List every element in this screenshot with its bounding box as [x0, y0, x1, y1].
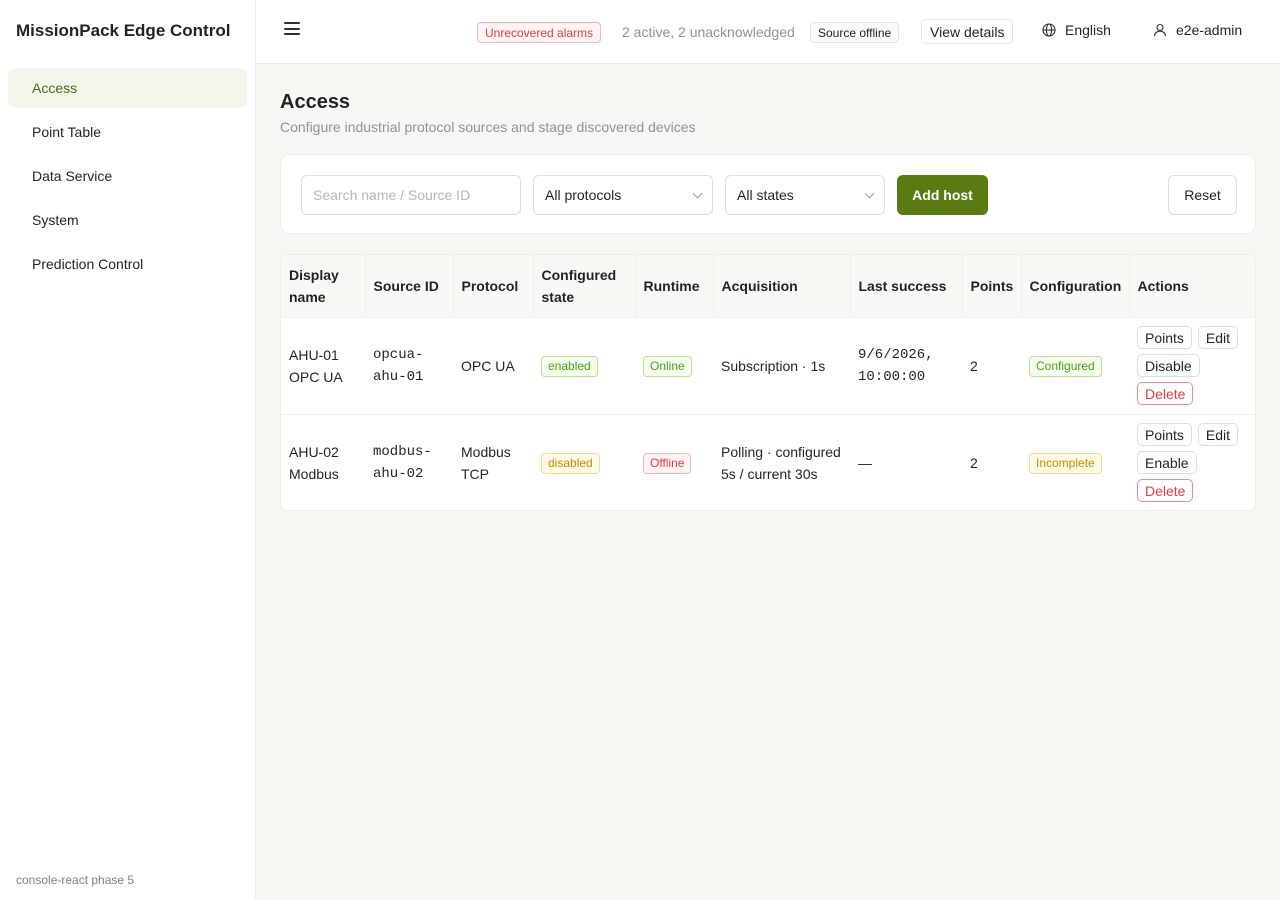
source-id-cell: opcua-ahu-01 — [365, 317, 453, 415]
enable-button[interactable]: Enable — [1137, 451, 1197, 474]
page-subtitle: Configure industrial protocol sources an… — [280, 119, 696, 135]
app-title: MissionPack Edge Control — [16, 21, 231, 40]
runtime-cell: Online — [635, 317, 713, 415]
search-input[interactable] — [301, 175, 521, 215]
column-header: Configuration — [1021, 255, 1130, 318]
page-title: Access — [280, 91, 351, 113]
sidebar: MissionPack Edge Control Access Point Ta… — [0, 0, 256, 900]
configured-state-cell: disabled — [533, 414, 635, 510]
status-badge: Incomplete — [1029, 453, 1102, 474]
column-header: Display name — [281, 255, 366, 318]
version-footer: console-react phase 5 — [16, 873, 135, 887]
table-row: AHU-01 OPC UA opcua-ahu-01 OPC UA enable… — [281, 317, 1255, 415]
points-button[interactable]: Points — [1137, 423, 1192, 446]
status-badge: disabled — [541, 453, 600, 474]
sidebar-item-label: Point Table — [32, 124, 102, 140]
globe-icon — [1042, 23, 1056, 37]
display-name-cell: AHU-01 OPC UA — [281, 317, 365, 415]
filter-bar: All protocols All states Add host Reset — [280, 154, 1256, 234]
protocol-select-value: All protocols — [545, 187, 622, 203]
sidebar-item-access[interactable]: Access — [8, 68, 247, 108]
view-details-button[interactable]: View details — [921, 19, 1014, 44]
disable-button[interactable]: Disable — [1137, 354, 1200, 377]
reset-button[interactable]: Reset — [1168, 175, 1237, 215]
display-name-cell: AHU-02 Modbus — [281, 414, 365, 510]
topbar: Unrecovered alarms 2 active, 2 unacknowl… — [256, 0, 1280, 64]
state-select[interactable]: All states — [725, 175, 885, 215]
source-id-cell: modbus-ahu-02 — [365, 414, 453, 510]
sidebar-item-data-service[interactable]: Data Service — [8, 156, 247, 196]
edit-button[interactable]: Edit — [1197, 326, 1239, 349]
sidebar-item-label: Access — [32, 80, 78, 96]
acquisition-cell: Polling · configured 5s / current 30s — [713, 414, 850, 510]
points-button[interactable]: Points — [1137, 326, 1192, 349]
last-success-cell: 9/6/2026, 10:00:00 — [850, 317, 962, 415]
table-header-row: Display name Source ID Protocol Configur… — [281, 255, 1255, 318]
runtime-cell: Offline — [635, 414, 713, 510]
table-row: AHU-02 Modbus modbus-ahu-02 Modbus TCP d… — [281, 414, 1255, 510]
actions-cell: Points Edit Enable Delete — [1129, 414, 1255, 510]
state-select-value: All states — [737, 187, 794, 203]
hamburger-icon[interactable] — [284, 22, 300, 40]
sidebar-item-prediction-control[interactable]: Prediction Control — [8, 244, 247, 284]
column-header: Source ID — [365, 255, 454, 318]
sidebar-item-point-table[interactable]: Point Table — [8, 112, 247, 152]
user-menu[interactable]: e2e-admin — [1153, 22, 1242, 38]
alarm-badge: Unrecovered alarms — [477, 22, 602, 43]
sidebar-item-label: Prediction Control — [32, 256, 144, 272]
sources-table: Display name Source ID Protocol Configur… — [280, 254, 1256, 511]
delete-button[interactable]: Delete — [1137, 382, 1194, 405]
actions-cell: Points Edit Disable Delete — [1129, 317, 1255, 415]
edit-button[interactable]: Edit — [1197, 423, 1239, 446]
sidebar-item-label: Data Service — [32, 168, 113, 184]
protocol-cell: Modbus TCP — [453, 414, 533, 510]
username: e2e-admin — [1176, 22, 1243, 38]
user-icon — [1153, 23, 1167, 37]
add-host-button[interactable]: Add host — [897, 175, 988, 215]
points-cell: 2 — [962, 414, 1021, 510]
sidebar-item-system[interactable]: System — [8, 200, 247, 240]
configuration-cell: Incomplete — [1021, 414, 1129, 510]
protocol-select[interactable]: All protocols — [533, 175, 713, 215]
sidebar-nav: Access Point Table Data Service System P… — [8, 68, 247, 288]
column-header: Configured state — [533, 255, 636, 318]
configured-state-cell: enabled — [533, 317, 635, 415]
sidebar-item-label: System — [32, 212, 79, 228]
column-header: Points — [962, 255, 1022, 318]
column-header: Acquisition — [713, 255, 851, 318]
column-header: Last success — [850, 255, 963, 318]
chevron-down-icon — [864, 188, 875, 198]
acquisition-cell: Subscription · 1s — [713, 317, 850, 415]
language-label: English — [1065, 22, 1111, 38]
delete-button[interactable]: Delete — [1137, 479, 1194, 502]
column-header: Actions — [1129, 255, 1255, 318]
status-badge: Online — [643, 356, 692, 377]
chevron-down-icon — [692, 188, 703, 198]
last-success-cell: — — [850, 414, 962, 510]
language-selector[interactable]: English — [1042, 22, 1111, 38]
configuration-cell: Configured — [1021, 317, 1129, 415]
status-badge: Offline — [643, 453, 692, 474]
status-badge: enabled — [541, 356, 598, 377]
protocol-cell: OPC UA — [453, 317, 533, 415]
status-badge: Configured — [1029, 356, 1102, 377]
alarm-summary: 2 active, 2 unacknowledged — [622, 24, 795, 40]
source-status-badge: Source offline — [810, 22, 900, 43]
points-cell: 2 — [962, 317, 1021, 415]
column-header: Runtime — [635, 255, 714, 318]
column-header: Protocol — [453, 255, 534, 318]
